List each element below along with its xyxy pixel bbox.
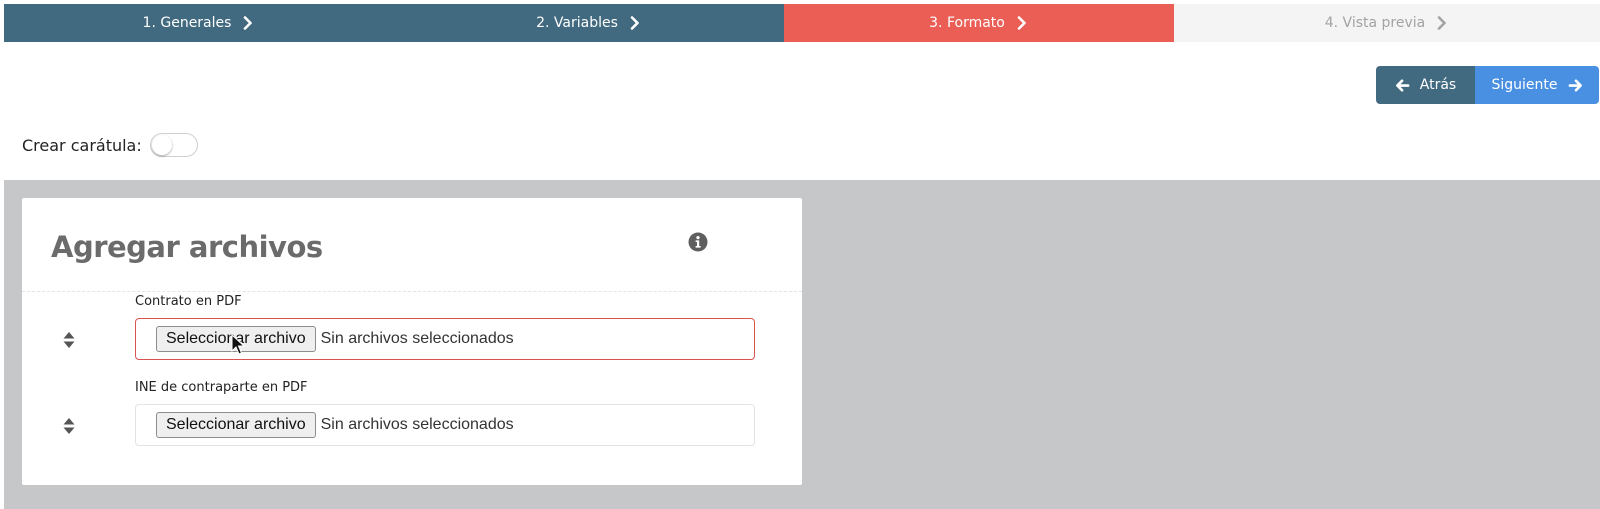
cover-toggle-label: Crear carátula: bbox=[22, 135, 142, 155]
next-button[interactable]: Siguiente bbox=[1475, 66, 1599, 104]
step-vista-previa[interactable]: 4. Vista previa bbox=[1174, 4, 1600, 42]
chevron-right-icon bbox=[630, 16, 639, 30]
cover-toggle-row: Crear carátula: bbox=[22, 131, 198, 159]
next-label: Siguiente bbox=[1491, 77, 1558, 93]
wizard-nav: Atrás Siguiente bbox=[1376, 66, 1599, 104]
chevron-right-icon bbox=[1437, 16, 1447, 30]
back-label: Atrás bbox=[1419, 77, 1457, 93]
add-files-card: Agregar archivos Contrato en PDF Selecci… bbox=[22, 198, 802, 485]
step-variables[interactable]: 2. Variables bbox=[394, 4, 784, 42]
arrow-right-icon bbox=[1568, 79, 1582, 91]
step-formato[interactable]: 3. Formato bbox=[784, 4, 1174, 42]
step-label: 3. Formato bbox=[929, 15, 1005, 31]
card-title: Agregar archivos bbox=[51, 230, 323, 264]
back-button[interactable]: Atrás bbox=[1376, 66, 1475, 104]
file-field-label: INE de contraparte en PDF bbox=[135, 380, 308, 395]
toggle-knob bbox=[151, 135, 172, 155]
arrow-left-icon bbox=[1395, 79, 1410, 91]
file-input-contract[interactable]: Seleccionar archivo Sin archivos selecci… bbox=[135, 318, 755, 360]
file-field-label: Contrato en PDF bbox=[135, 294, 242, 309]
info-circle-icon[interactable] bbox=[688, 232, 708, 252]
chevron-right-icon bbox=[244, 16, 253, 30]
sort-icon[interactable] bbox=[62, 331, 76, 349]
mouse-cursor-icon bbox=[231, 334, 245, 355]
file-status: Sin archivos seleccionados bbox=[320, 416, 514, 433]
wizard-stepper: 1. Generales 2. Variables 3. Formato 4. … bbox=[4, 4, 1600, 42]
file-input-ine[interactable]: Seleccionar archivo Sin archivos selecci… bbox=[135, 404, 755, 446]
select-file-button[interactable]: Seleccionar archivo bbox=[156, 412, 316, 438]
step-label: 1. Generales bbox=[142, 15, 232, 31]
card-divider bbox=[22, 291, 802, 292]
sort-icon[interactable] bbox=[62, 417, 76, 435]
cover-toggle[interactable] bbox=[149, 133, 198, 157]
step-label: 4. Vista previa bbox=[1324, 15, 1426, 31]
file-status: Sin archivos seleccionados bbox=[320, 330, 514, 347]
step-label: 2. Variables bbox=[536, 15, 618, 31]
step-generales[interactable]: 1. Generales bbox=[4, 4, 394, 42]
chevron-right-icon bbox=[1017, 16, 1026, 30]
